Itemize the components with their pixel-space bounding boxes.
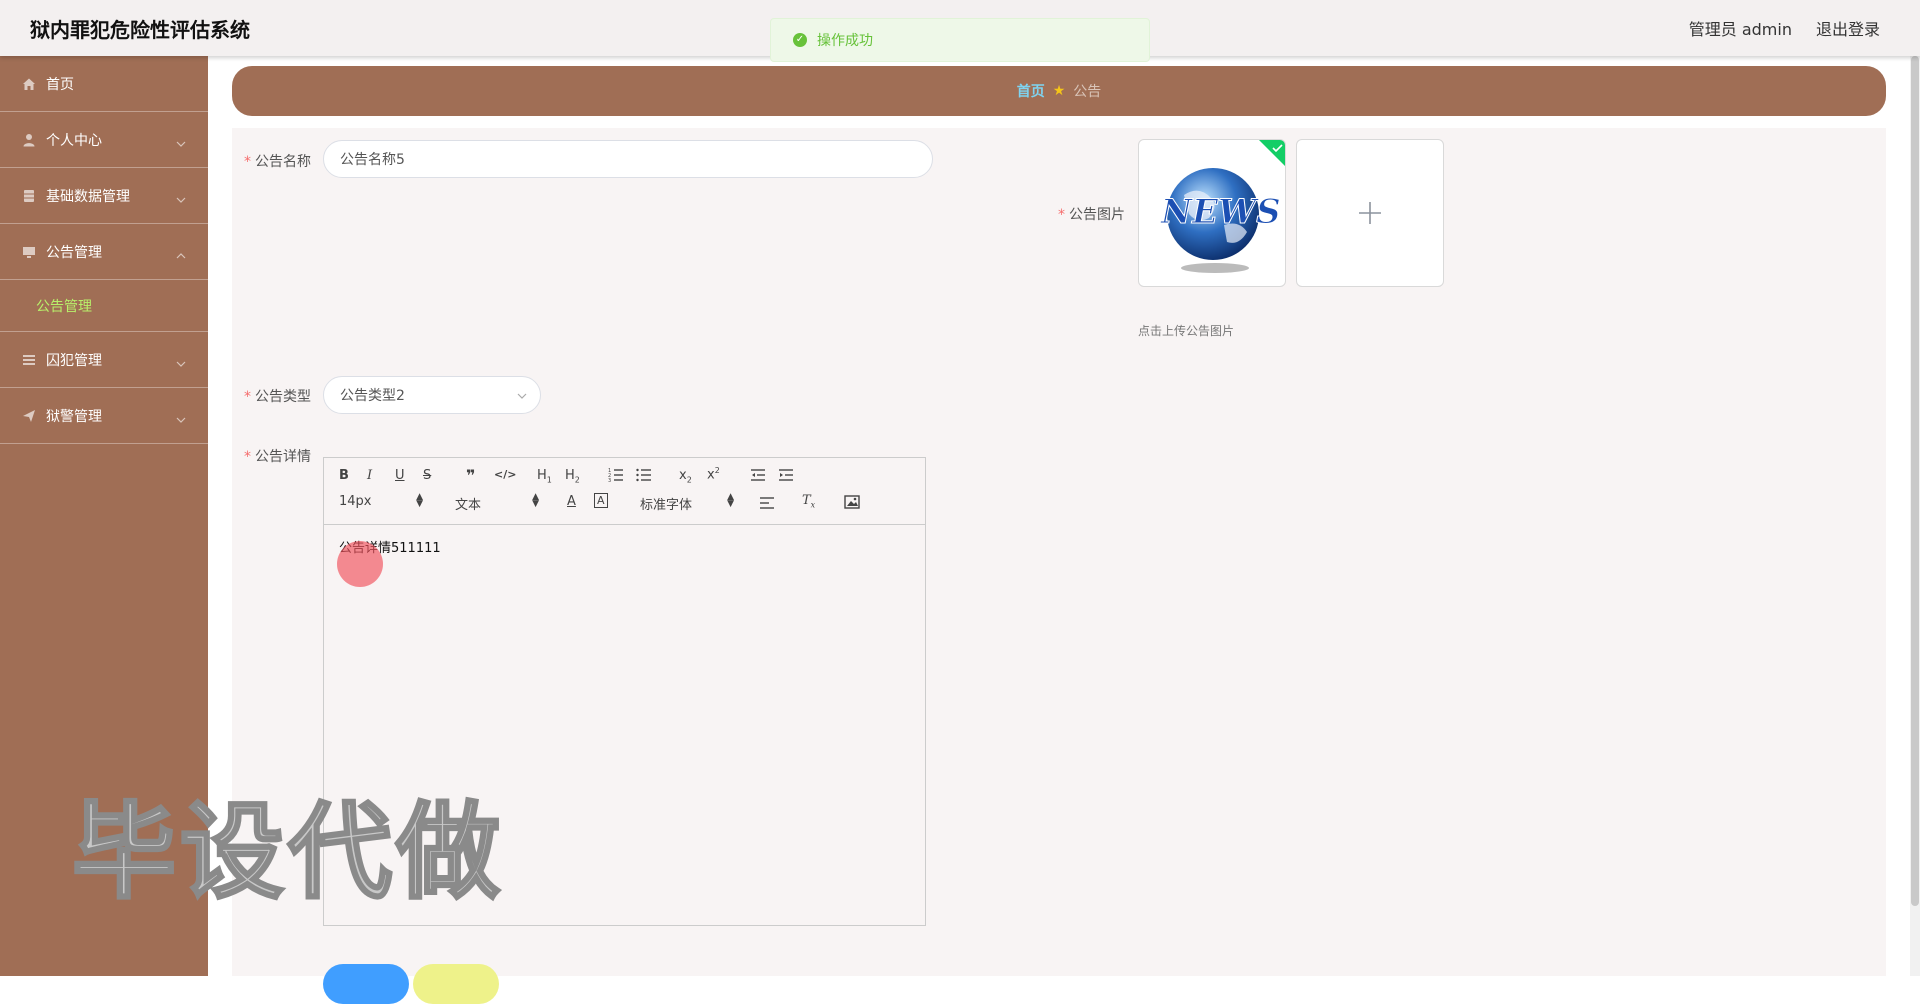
updown-icon: ▲ ▼	[532, 492, 539, 509]
sidebar-item-label: 囚犯管理	[46, 352, 102, 369]
font-family-select[interactable]: 标准字体 ▲ ▼	[640, 492, 734, 514]
font-color-icon[interactable]: A	[567, 494, 576, 509]
upload-tip: 点击上传公告图片	[1138, 324, 1235, 338]
editor-toolbar: B I U S ❞ </> H1 H2 123 x2 x2 14px ▲ ▼ 文本…	[324, 458, 925, 525]
sidebar-item-label: 狱警管理	[46, 408, 102, 425]
chevron-down-icon	[176, 356, 186, 372]
sidebar-item-label: 基础数据管理	[46, 188, 130, 205]
align-icon[interactable]	[759, 496, 775, 514]
clear-format-icon[interactable]: Tx	[802, 493, 815, 510]
chevron-down-icon	[176, 192, 186, 208]
background-color-icon[interactable]: A	[594, 493, 608, 508]
logout-button[interactable]: 退出登录	[1816, 16, 1880, 40]
watermark-text: 毕设代做	[70, 791, 505, 913]
sidebar-item-base-data[interactable]: 基础数据管理	[0, 168, 208, 224]
required-mark: *	[244, 154, 251, 170]
superscript-icon[interactable]: x2	[707, 466, 720, 482]
bold-icon[interactable]: B	[339, 468, 349, 483]
sidebar-item-label: 首页	[46, 76, 74, 93]
plus-icon	[1359, 202, 1381, 224]
editor-content-area[interactable]: 公告详情511111	[324, 525, 925, 568]
paragraph-select[interactable]: 文本 ▲ ▼	[455, 492, 539, 514]
home-icon	[22, 77, 36, 91]
toast-message: 操作成功	[817, 33, 873, 49]
notice-name-input[interactable]: 公告名称5	[323, 140, 933, 178]
check-circle-icon: ✓	[793, 33, 807, 47]
italic-icon[interactable]: I	[367, 468, 372, 483]
sidebar-item-prisoner[interactable]: 囚犯管理	[0, 332, 208, 388]
sidebar-item-home[interactable]: 首页	[0, 56, 208, 112]
click-indicator	[337, 541, 383, 587]
sidebar-item-label: 个人中心	[46, 132, 102, 149]
send-icon	[22, 409, 36, 423]
uploaded-image-thumbnail[interactable]: NEWS	[1138, 139, 1286, 287]
page-scrollbar[interactable]	[1910, 56, 1920, 976]
required-mark: *	[244, 389, 251, 405]
code-block-icon[interactable]: </>	[494, 468, 516, 481]
heading1-icon[interactable]: H1	[537, 468, 552, 485]
upload-image-button[interactable]	[1296, 139, 1444, 287]
subscript-icon[interactable]: x2	[679, 468, 692, 485]
success-toast: ✓ 操作成功	[770, 18, 1150, 62]
underline-icon[interactable]: U	[395, 468, 405, 483]
bullet-list-icon[interactable]	[636, 468, 652, 486]
star-icon: ★	[1052, 83, 1066, 99]
list-icon	[22, 353, 36, 367]
image-label: * 公告图片	[1058, 207, 1125, 223]
svg-text:3: 3	[608, 478, 611, 482]
app-title: 狱内罪犯危险性评估系统	[30, 18, 250, 42]
indent-icon[interactable]	[778, 468, 794, 486]
updown-icon: ▲ ▼	[416, 492, 423, 509]
sidebar-item-profile[interactable]: 个人中心	[0, 112, 208, 168]
sidebar-item-label: 公告管理	[46, 244, 102, 261]
header-user-area: 管理员 admin 退出登录	[1689, 16, 1880, 40]
reset-button[interactable]	[413, 964, 499, 1004]
chevron-down-icon	[176, 136, 186, 152]
scrollbar-thumb[interactable]	[1911, 56, 1919, 906]
chevron-down-icon	[176, 412, 186, 428]
name-label: * 公告名称	[244, 154, 311, 170]
type-label: * 公告类型	[244, 389, 311, 405]
detail-label: * 公告详情	[244, 449, 311, 465]
admin-user-label[interactable]: 管理员 admin	[1689, 16, 1792, 40]
news-image-text: NEWS	[1161, 192, 1282, 233]
submit-button[interactable]	[323, 964, 409, 1004]
font-size-select[interactable]: 14px ▲ ▼	[339, 492, 423, 510]
blockquote-icon[interactable]: ❞	[466, 466, 475, 485]
chevron-up-icon	[176, 248, 186, 264]
sidebar-item-notice[interactable]: 公告管理	[0, 224, 208, 280]
breadcrumb-current: 公告	[1073, 84, 1102, 100]
monitor-icon	[22, 245, 36, 259]
breadcrumb: 首页 ★ 公告	[232, 66, 1886, 116]
database-icon	[22, 189, 36, 203]
chevron-down-icon	[516, 389, 528, 405]
required-mark: *	[1058, 207, 1065, 223]
breadcrumb-home-link[interactable]: 首页	[1017, 81, 1045, 101]
strikethrough-icon[interactable]: S	[423, 468, 431, 483]
required-mark: *	[244, 449, 251, 465]
image-insert-icon[interactable]	[844, 495, 860, 513]
updown-icon: ▲ ▼	[727, 492, 734, 509]
notice-type-select[interactable]: 公告类型2	[323, 376, 541, 414]
heading2-icon[interactable]: H2	[565, 468, 580, 485]
ordered-list-icon[interactable]: 123	[608, 468, 624, 486]
user-icon	[22, 133, 36, 147]
outdent-icon[interactable]	[750, 468, 766, 486]
sidebar-subitem-notice-manage[interactable]: 公告管理	[0, 280, 208, 332]
sidebar-item-guard[interactable]: 狱警管理	[0, 388, 208, 444]
